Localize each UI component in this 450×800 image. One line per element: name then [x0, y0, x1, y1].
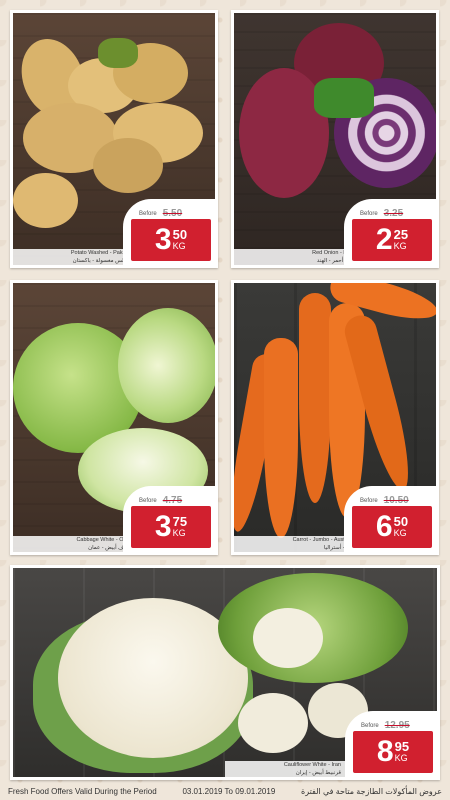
- price-badge: Before 12.95 8 95 KG: [345, 711, 437, 777]
- product-card-cauliflower[interactable]: Cauliflower White - Iran قرنبيط أبيض - إ…: [10, 565, 440, 780]
- old-price: 12.95: [384, 720, 410, 731]
- price-badge: Before 3.25 2 25 KG: [344, 199, 436, 265]
- before-label: Before: [139, 210, 157, 217]
- price-badge: Before 5.50 3 50 KG: [123, 199, 215, 265]
- product-card-red-onion[interactable]: Red Onion - India بصل أحمر - الهند Befor…: [231, 10, 439, 268]
- product-name-ar: بطاطس مغسولة - باكستان: [72, 258, 135, 264]
- product-name-en: Cauliflower White - Iran: [283, 762, 341, 768]
- sale-price: 2 25 KG: [352, 219, 432, 261]
- price-badge: Before 4.75 3 75 KG: [123, 486, 215, 552]
- price-unit: KG: [393, 241, 407, 251]
- price-unit: KG: [172, 528, 186, 538]
- product-name-ar: قرنبيط أبيض - إيران: [295, 770, 341, 776]
- price-badge: Before 10.50 6 50 KG: [344, 486, 436, 552]
- sale-price: 3 50 KG: [131, 219, 211, 261]
- old-price: 3.25: [383, 208, 404, 219]
- product-name-ar: جزر - أستراليا: [323, 545, 356, 551]
- price-decimal: 95: [394, 739, 410, 754]
- offer-validity-footer: Fresh Food Offers Valid During the Perio…: [0, 782, 450, 800]
- product-name-en: Potato Washed - Pakistan: [70, 250, 135, 256]
- old-price: 10.50: [383, 495, 409, 506]
- product-name: Cauliflower White - Iran قرنبيط أبيض - إ…: [225, 761, 345, 777]
- sale-price: 6 50 KG: [352, 506, 432, 548]
- price-unit: KG: [393, 528, 407, 538]
- price-unit: KG: [172, 241, 186, 251]
- product-name: Red Onion - India بصل أحمر - الهند: [234, 249, 360, 265]
- price-integer: 6: [375, 510, 393, 543]
- price-integer: 3: [154, 510, 172, 543]
- before-label: Before: [360, 497, 378, 504]
- product-name-en: Carrot - Jumbo - Australia: [292, 537, 356, 543]
- product-card-cabbage[interactable]: Cabbage White - Oman ملفوف أبيض - عمان B…: [10, 280, 218, 555]
- validity-text-ar: عروض المأكولات الطازجة متاحة في الفترة: [301, 786, 442, 796]
- price-integer: 8: [376, 735, 394, 768]
- product-name: Potato Washed - Pakistan بطاطس مغسولة - …: [13, 249, 139, 265]
- before-label: Before: [360, 210, 378, 217]
- validity-text-en: Fresh Food Offers Valid During the Perio…: [8, 786, 157, 796]
- product-name-en: Red Onion - India: [312, 250, 356, 256]
- sale-price: 3 75 KG: [131, 506, 211, 548]
- product-name: Cabbage White - Oman ملفوف أبيض - عمان: [13, 536, 139, 552]
- product-name-ar: ملفوف أبيض - عمان: [88, 545, 135, 551]
- product-name: Carrot - Jumbo - Australia جزر - أسترالي…: [234, 536, 360, 552]
- sale-price: 8 95 KG: [353, 731, 433, 773]
- validity-dates: 03.01.2019 To 09.01.2019: [182, 786, 276, 796]
- price-decimal: 50: [393, 514, 409, 529]
- price-decimal: 75: [172, 514, 188, 529]
- product-name-en: Cabbage White - Oman: [76, 537, 135, 543]
- product-card-carrot[interactable]: Carrot - Jumbo - Australia جزر - أسترالي…: [231, 280, 439, 555]
- old-price: 4.75: [162, 495, 183, 506]
- price-unit: KG: [394, 753, 408, 763]
- price-decimal: 25: [393, 227, 409, 242]
- price-integer: 2: [375, 223, 393, 256]
- product-card-potato[interactable]: Potato Washed - Pakistan بطاطس مغسولة - …: [10, 10, 218, 268]
- product-name-ar: بصل أحمر - الهند: [316, 258, 356, 264]
- before-label: Before: [139, 497, 157, 504]
- old-price: 5.50: [162, 208, 183, 219]
- price-decimal: 50: [172, 227, 188, 242]
- price-integer: 3: [154, 223, 172, 256]
- before-label: Before: [361, 722, 379, 729]
